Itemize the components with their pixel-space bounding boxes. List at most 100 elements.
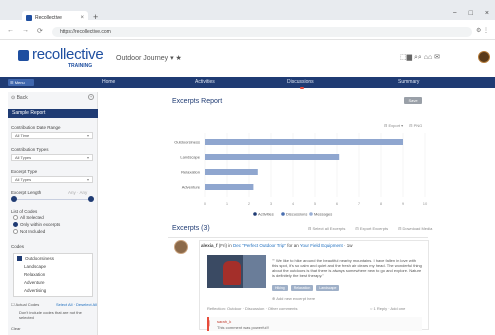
excerpt-image[interactable] (207, 255, 266, 288)
back-icon[interactable]: ← (7, 27, 14, 35)
length-slider-track[interactable] (13, 199, 91, 200)
category-label: Outdoorsiness (174, 140, 200, 145)
task-link[interactable]: Your Field Equipment (300, 243, 343, 248)
radio-label: Only within excerpts (20, 222, 61, 227)
exclude-codes-option[interactable]: Don't include codes that are not the sel… (19, 310, 91, 320)
sidebar-item-sample-report[interactable]: Sample Report (8, 109, 98, 118)
list-of-codes-label: List of Codes (11, 209, 38, 214)
browser-menu-icon[interactable]: ⚙ ⋮ (476, 27, 489, 34)
header-icons[interactable]: ⬚▆ ⌕⌕ ⌂⌂ ✉ (400, 53, 440, 62)
download-media[interactable]: ⊟ Download Media (398, 226, 432, 231)
clear-label[interactable]: Clear (11, 326, 21, 331)
address-bar[interactable]: https://recollective.com (52, 27, 472, 37)
legend-marker (309, 212, 313, 216)
chart-legend: Activities Discussions Messages (253, 212, 332, 217)
codes-bar-chart: Outdoorsiness Landscape Relaxation Adventur… (174, 133, 428, 217)
nav-discussions[interactable]: Discussions (287, 79, 314, 85)
add-report-icon[interactable]: + (88, 94, 94, 100)
date-range-select[interactable]: All Time ▾ (11, 132, 93, 139)
radio-not-included[interactable]: Not Included (13, 229, 45, 234)
tag[interactable]: Hiking (272, 285, 288, 291)
comment-author[interactable]: sarah_k (217, 319, 231, 324)
maximize-icon[interactable]: □ (469, 10, 473, 17)
bar (205, 154, 340, 160)
code-item[interactable]: Adventure (24, 280, 45, 285)
avatar[interactable] (174, 240, 188, 254)
date-range-value: All Time (15, 133, 30, 138)
contribution-types-label: Contribution Types (11, 147, 49, 152)
chevron-down-icon: ▾ (86, 155, 89, 160)
excerpt-type-select[interactable]: All Types ▾ (11, 176, 93, 183)
project-selector[interactable]: Outdoor Journey ▾ ★ (116, 54, 182, 62)
radio-only-within[interactable]: Only within excerpts (13, 222, 60, 227)
header-text: · 1w (342, 243, 353, 248)
excerpt-tags: Hiking Relaxation Landscape (272, 285, 340, 291)
x-tick-label: 9 (402, 201, 405, 206)
user-avatar[interactable] (478, 51, 490, 63)
tag[interactable]: Landscape (316, 285, 340, 291)
activity-link[interactable]: Dec "Perfect Outdoor Trip" (233, 243, 286, 248)
radio-label: Not Included (20, 229, 46, 234)
author-name[interactable]: alexia_f (201, 243, 218, 248)
browser-tab[interactable]: Recollective × (22, 11, 88, 24)
forward-icon[interactable]: → (22, 27, 29, 35)
x-tick-label: 2 (248, 201, 251, 206)
code-item[interactable]: Landscape (24, 264, 46, 269)
legend-label: Discussions (286, 212, 307, 217)
contribution-types-value: All Types (15, 155, 32, 160)
length-slider-max-handle[interactable] (88, 196, 94, 202)
legend-label: Messages (314, 212, 332, 217)
tag[interactable]: Relaxation (290, 285, 314, 291)
address-row: ← → ⟳ https://recollective.com ⚙ ⋮ (0, 24, 495, 40)
category-label: Landscape (180, 155, 200, 160)
reply-link[interactable]: ○ 1 Reply · Add one (370, 306, 405, 311)
add-excerpt-link[interactable]: ⊕ Add new excerpt here (272, 296, 315, 301)
code-label: Adventure (24, 280, 45, 285)
new-tab-icon[interactable]: + (93, 12, 98, 22)
bar (205, 169, 258, 175)
radio-icon (13, 229, 18, 234)
x-tick-label: 1 (226, 201, 229, 206)
legend-marker (253, 212, 257, 216)
logo-text[interactable]: recollective (32, 46, 104, 63)
excerpt-length-hint: Any · Any (68, 190, 88, 195)
nav-home[interactable]: Home (102, 79, 115, 85)
export-excerpts[interactable]: ⊟ Export Excerpts (355, 226, 388, 231)
contribution-types-select[interactable]: All Types ▾ (11, 154, 93, 161)
x-tick-label: 7 (358, 201, 361, 206)
sidebar-back[interactable]: ⊙ Back (11, 95, 28, 101)
x-tick-label: 10 (423, 201, 428, 206)
reload-icon[interactable]: ⟳ (37, 27, 43, 35)
select-all-link[interactable]: Select All · Deselect All (56, 302, 97, 307)
excerpt-type-value: All Types (15, 177, 32, 182)
nav-active-indicator (300, 87, 304, 89)
window-controls: − □ × (453, 10, 489, 17)
codes-label: Codes (11, 244, 25, 249)
radio-checked-icon (13, 222, 18, 227)
save-button[interactable]: Save (404, 97, 422, 104)
code-item[interactable]: Advertising (24, 288, 46, 293)
excerpt-type-label: Excerpt Type (11, 169, 38, 174)
category-label: Adventure (182, 185, 201, 190)
excerpts-title: Excerpts (3) (172, 225, 210, 232)
nav-menu-button[interactable]: ☰ Menu (8, 79, 34, 86)
code-label: Outdoorsiness (25, 256, 55, 261)
bar (205, 184, 254, 190)
x-tick-label: 4 (292, 201, 295, 206)
select-all-excerpts[interactable]: ⊟ Select all Excerpts (308, 226, 345, 231)
code-item[interactable]: Outdoorsiness (17, 256, 54, 261)
actual-codes-toggle[interactable]: ☐ Actual Codes (11, 302, 39, 307)
excerpt-text: "" We like to hike around the beautiful … (272, 258, 422, 278)
code-item[interactable]: Relaxation (24, 272, 45, 277)
minimize-icon[interactable]: − (453, 10, 457, 17)
chart-x-ticks: 0 1 2 3 4 5 6 7 8 9 10 (204, 201, 428, 206)
length-slider-min-handle[interactable] (11, 196, 17, 202)
category-label: Relaxation (181, 170, 200, 175)
nav-summary[interactable]: Summary (398, 79, 419, 85)
tab-close-icon[interactable]: × (80, 15, 84, 21)
nav-activities[interactable]: Activities (195, 79, 215, 85)
chevron-down-icon: ▾ (86, 133, 89, 138)
close-window-icon[interactable]: × (485, 10, 489, 17)
favicon-icon (26, 14, 32, 21)
radio-all-selected[interactable]: All Selected (13, 215, 44, 220)
